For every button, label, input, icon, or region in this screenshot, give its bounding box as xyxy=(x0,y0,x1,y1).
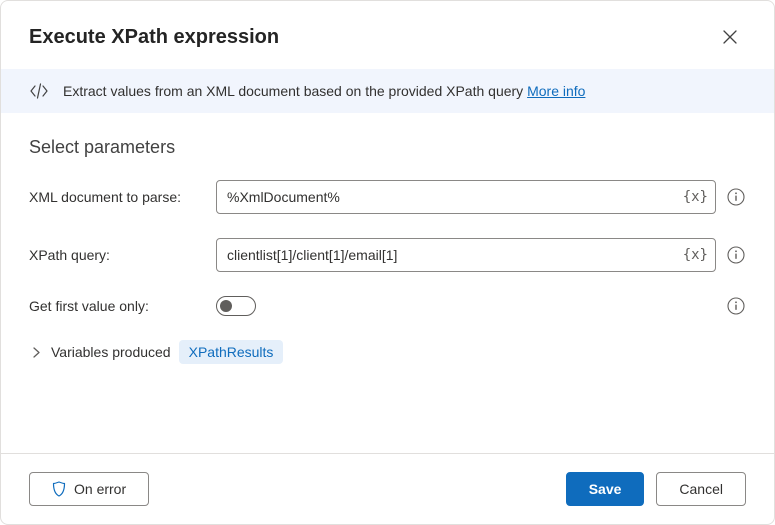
dialog-title: Execute XPath expression xyxy=(29,26,279,49)
dialog-body: Select parameters XML document to parse:… xyxy=(1,113,774,453)
param-row-first-only: Get first value only: xyxy=(29,296,746,316)
xml-document-input[interactable] xyxy=(216,180,716,214)
info-icon[interactable] xyxy=(726,187,746,207)
info-text: Extract values from an XML document base… xyxy=(63,83,523,99)
variable-chip[interactable]: XPathResults xyxy=(179,340,284,364)
on-error-button[interactable]: On error xyxy=(29,472,149,506)
code-icon xyxy=(29,83,49,99)
xpath-query-label: XPath query: xyxy=(29,247,204,263)
param-row-xpath-query: XPath query: {x} xyxy=(29,238,746,272)
xml-document-label: XML document to parse: xyxy=(29,189,204,205)
variables-produced-label[interactable]: Variables produced xyxy=(51,344,171,360)
info-icon[interactable] xyxy=(726,296,746,316)
more-info-link[interactable]: More info xyxy=(527,83,585,99)
variables-produced-row: Variables produced XPathResults xyxy=(29,340,746,364)
shield-icon xyxy=(52,481,66,497)
on-error-label: On error xyxy=(74,481,126,497)
save-label: Save xyxy=(589,481,622,497)
info-description: Extract values from an XML document base… xyxy=(63,83,585,99)
info-bar: Extract values from an XML document base… xyxy=(1,69,774,113)
cancel-button[interactable]: Cancel xyxy=(656,472,746,506)
cancel-label: Cancel xyxy=(679,481,723,497)
info-icon[interactable] xyxy=(726,245,746,265)
variable-picker-icon[interactable]: {x} xyxy=(683,247,708,263)
xpath-query-input[interactable] xyxy=(216,238,716,272)
section-title: Select parameters xyxy=(29,137,746,158)
dialog: Execute XPath expression Extract values … xyxy=(0,0,775,525)
dialog-footer: On error Save Cancel xyxy=(1,453,774,524)
first-only-toggle[interactable] xyxy=(216,296,256,316)
save-button[interactable]: Save xyxy=(566,472,645,506)
chevron-right-icon[interactable] xyxy=(29,347,43,358)
close-icon xyxy=(723,30,737,44)
dialog-header: Execute XPath expression xyxy=(1,1,774,69)
first-only-label: Get first value only: xyxy=(29,298,204,314)
param-row-xml-document: XML document to parse: {x} xyxy=(29,180,746,214)
close-button[interactable] xyxy=(714,21,746,53)
toggle-thumb xyxy=(220,300,232,312)
variable-picker-icon[interactable]: {x} xyxy=(683,189,708,205)
